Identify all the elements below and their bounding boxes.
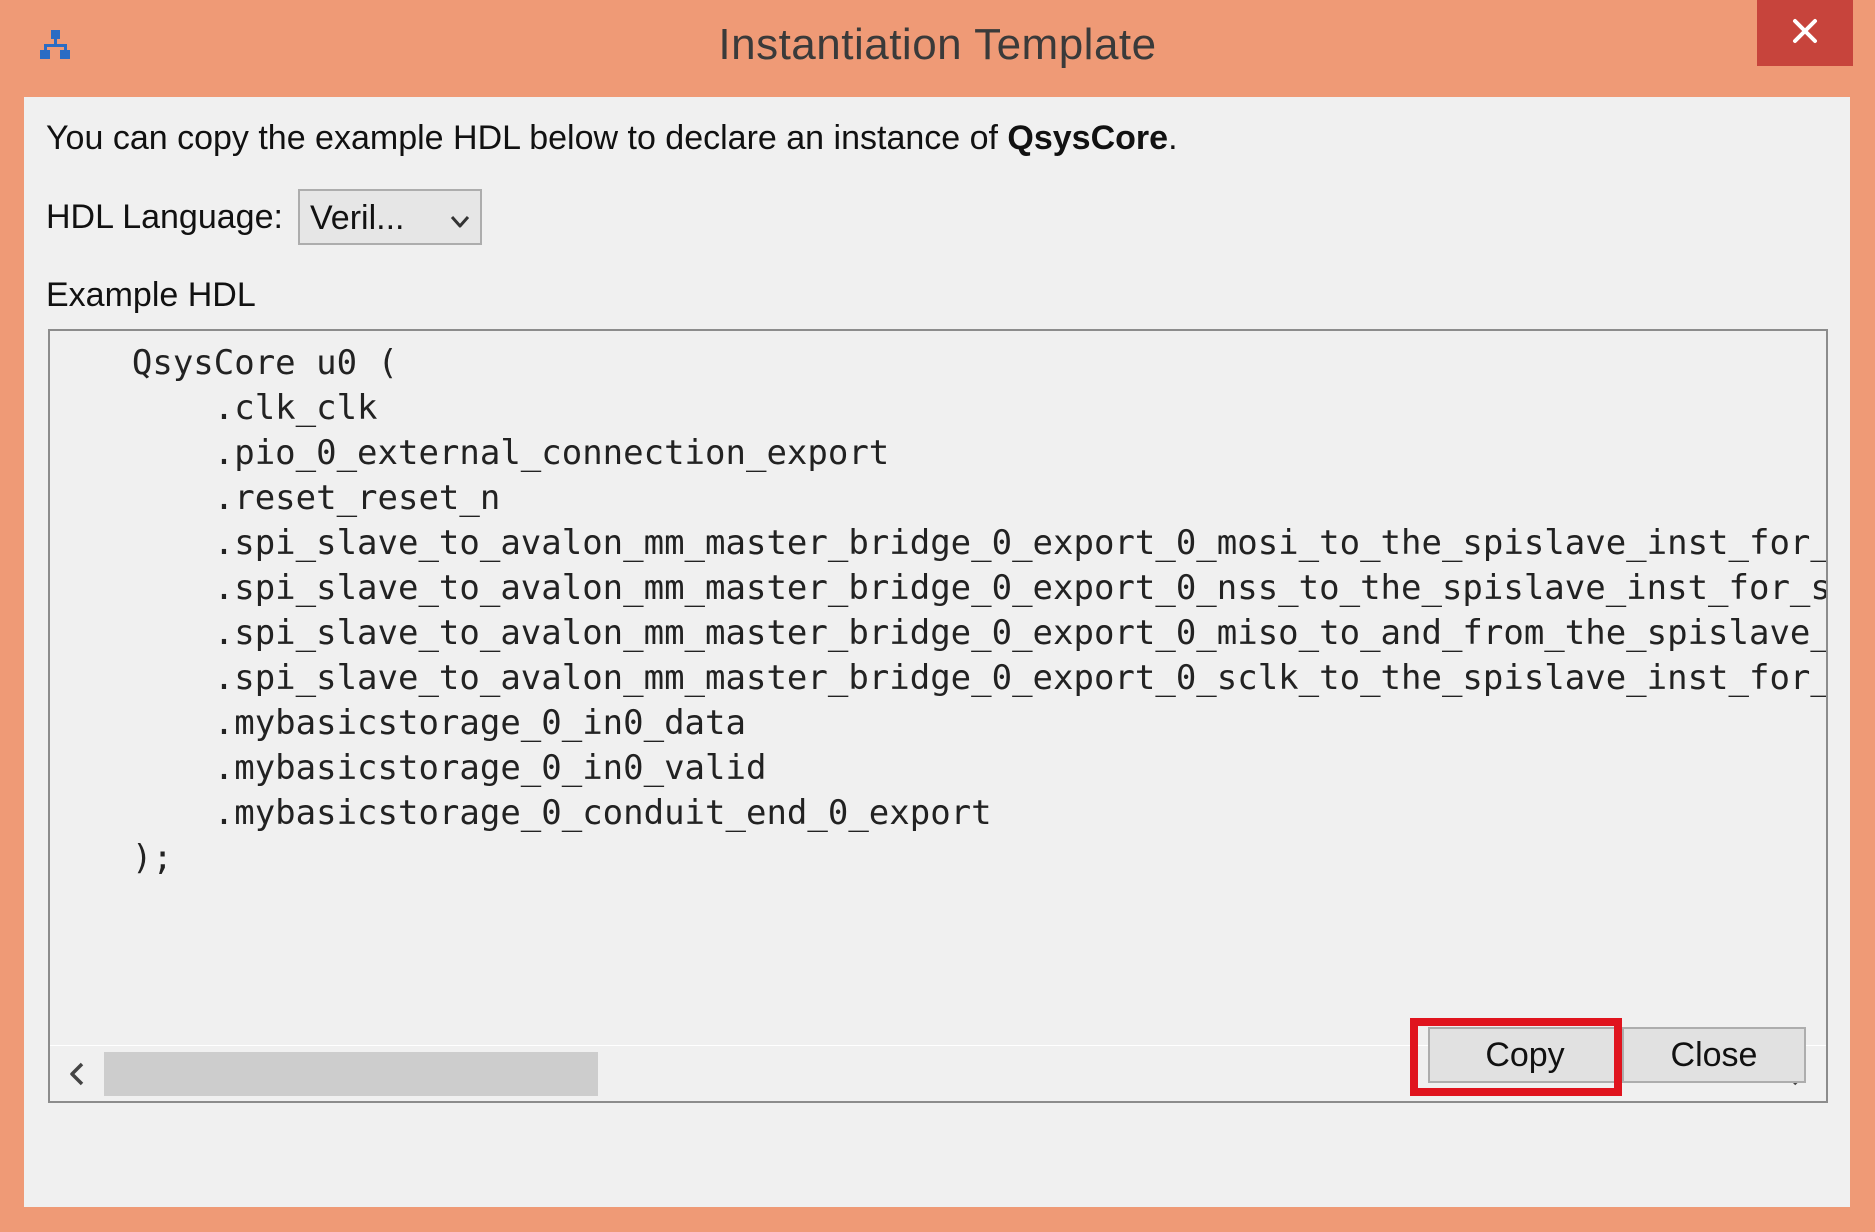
example-hdl-label: Example HDL <box>46 276 256 314</box>
window-close-button[interactable] <box>1757 0 1853 66</box>
chevron-left-icon[interactable] <box>60 1056 96 1092</box>
code-line: ); <box>50 838 173 878</box>
scrollbar-thumb[interactable] <box>104 1052 598 1096</box>
instantiation-template-dialog: Instantiation Template You can copy the … <box>0 0 1875 1232</box>
code-line: .mybasicstorage_0_conduit_end_0_export <box>50 793 992 833</box>
description-text: You can copy the example HDL below to de… <box>46 119 1178 158</box>
title-bar[interactable]: Instantiation Template <box>0 0 1875 95</box>
component-name: QsysCore <box>1007 119 1169 157</box>
close-button[interactable]: Close <box>1622 1027 1806 1083</box>
example-hdl-textarea[interactable]: QsysCore u0 ( .clk_clk .pio_0_external_c… <box>48 329 1828 1103</box>
hdl-language-dropdown[interactable]: Veril... <box>298 189 482 245</box>
close-x-icon <box>1791 17 1819 50</box>
hdl-language-label: HDL Language: <box>46 198 283 236</box>
window-title: Instantiation Template <box>718 20 1157 69</box>
hdl-language-value: Veril... <box>310 199 405 237</box>
copy-button[interactable]: Copy <box>1428 1027 1622 1083</box>
description-prefix: You can copy the example HDL below to de… <box>46 119 1008 157</box>
chevron-down-icon <box>448 209 472 233</box>
code-area: QsysCore u0 ( .clk_clk .pio_0_external_c… <box>50 331 1826 1045</box>
description-suffix: . <box>1168 119 1178 157</box>
